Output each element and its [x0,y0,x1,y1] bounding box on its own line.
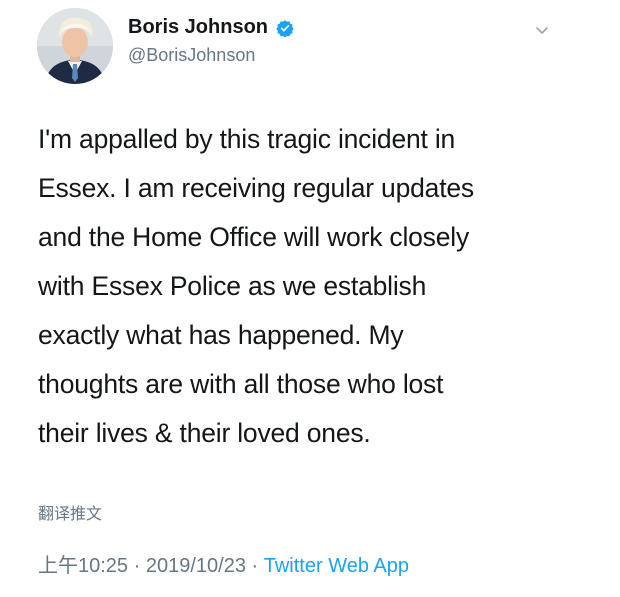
display-name[interactable]: Boris Johnson [128,16,268,39]
tweet-text-line: I'm appalled by this tragic incident in [38,124,456,154]
tweet-text: I'm appalled by this tragic incident in … [38,115,583,458]
tweet-text-line: and the Home Office will work closely [38,222,470,252]
avatar-photo [37,8,113,84]
avatar[interactable] [37,8,113,84]
tweet-text-line: their lives & their loved ones. [38,418,371,448]
tweet-time[interactable]: 上午10:25 [38,555,128,577]
verified-badge-icon [276,19,294,38]
tweet-source[interactable]: Twitter Web App [264,555,409,577]
name-row: Boris Johnson [128,16,294,39]
tweet: Boris Johnson @BorisJohnson I'm appalled… [0,0,620,597]
tweet-date[interactable]: 2019/10/23 [146,555,246,577]
tweet-text-line: thoughts are with all those who lost [38,369,444,399]
tweet-meta: 上午10:25 · 2019/10/23 · Twitter Web App [38,549,409,578]
separator: · [128,555,146,577]
chevron-down-icon[interactable] [532,20,552,40]
tweet-text-line: exactly what has happened. My [38,320,404,350]
translate-tweet-link[interactable]: 翻译推文 [38,500,102,524]
tweet-text-line: Essex. I am receiving regular updates [38,173,474,203]
separator: · [245,555,264,577]
tweet-text-line: with Essex Police as we establish [38,271,427,301]
user-handle[interactable]: @BorisJohnson [128,45,255,66]
